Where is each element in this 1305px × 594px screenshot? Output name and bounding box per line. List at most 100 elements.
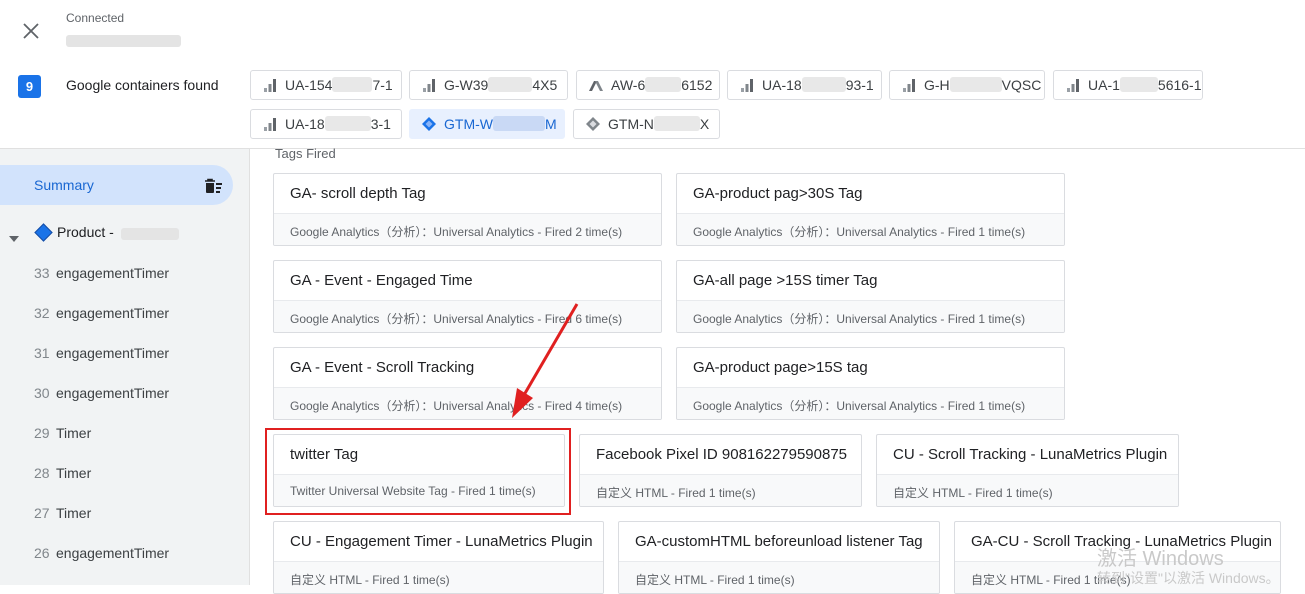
redacted (1119, 77, 1158, 92)
sidebar-event-item[interactable]: 32 engagementTimer (0, 297, 249, 329)
tag-card-twitter[interactable]: twitter Tag Twitter Universal Website Ta… (273, 434, 565, 507)
event-name: Timer (56, 465, 92, 481)
event-number: 28 (34, 465, 50, 481)
event-name: engagementTimer (56, 345, 170, 361)
chip-id-suffix: M (544, 116, 557, 132)
tag-detail: Google Analytics（分析）：Universal Analytics… (274, 213, 661, 245)
event-number: 27 (34, 505, 50, 521)
summary-label: Summary (34, 177, 94, 193)
sidebar-event-item[interactable]: 27 Timer (0, 497, 249, 529)
chip-id-prefix: G-H (924, 77, 950, 93)
container-chip[interactable]: UA-18 3-1 (250, 109, 402, 139)
event-number: 33 (34, 265, 50, 281)
tag-detail: 自定义 HTML - Fired 1 time(s) (580, 474, 861, 506)
chip-id-suffix: 6152 (681, 77, 713, 93)
sidebar-item-summary[interactable]: Summary (0, 165, 233, 205)
tag-title: CU - Engagement Timer - LunaMetrics Plug… (290, 533, 593, 550)
sidebar-event-item[interactable]: 31 engagementTimer (0, 337, 249, 369)
event-name: Timer (56, 425, 92, 441)
containers-found-label: Google containers found (66, 77, 219, 93)
container-chip[interactable]: UA-154 7-1 (250, 70, 402, 100)
event-name: Timer (56, 505, 92, 521)
redacted (653, 116, 700, 131)
redacted (324, 116, 371, 131)
container-chip-selected[interactable]: GTM-W M (409, 109, 565, 139)
redacted (645, 77, 682, 92)
caret-down-icon[interactable] (9, 229, 19, 247)
tag-card[interactable]: GA - Event - Scroll Tracking Google Anal… (273, 347, 662, 420)
tag-title: GA-customHTML beforeunload listener Tag (635, 533, 923, 550)
container-chip[interactable]: UA-1 5616-1 (1053, 70, 1203, 100)
chip-id-prefix: AW-6 (611, 77, 646, 93)
tag-detail: Twitter Universal Website Tag - Fired 1 … (274, 474, 564, 506)
container-chip[interactable]: AW-6 6152 (576, 70, 720, 100)
chip-id-prefix: UA-154 (285, 77, 333, 93)
tag-detail: Google Analytics（分析）：Universal Analytics… (274, 300, 661, 332)
tag-detail: 自定义 HTML - Fired 1 time(s) (274, 561, 603, 593)
sidebar-event-item[interactable]: 30 engagementTimer (0, 377, 249, 409)
event-number: 32 (34, 305, 50, 321)
sidebar-event-item[interactable]: 29 Timer (0, 417, 249, 449)
tag-card[interactable]: GA - Event - Engaged Time Google Analyti… (273, 260, 662, 333)
event-name: engagementTimer (56, 545, 170, 561)
connection-status: Connected (66, 11, 125, 25)
clear-messages-button[interactable] (202, 175, 224, 197)
event-name: engagementTimer (56, 265, 170, 281)
tag-detail: Google Analytics（分析）：Universal Analytics… (677, 213, 1064, 245)
close-button[interactable] (20, 20, 42, 42)
chip-id-suffix: VQSC (1001, 77, 1042, 93)
tag-card[interactable]: CU - Engagement Timer - LunaMetrics Plug… (273, 521, 604, 594)
activation-watermark: 激活 Windows (1097, 548, 1224, 570)
sidebar-item-page[interactable]: Product - (0, 221, 249, 245)
chip-id-suffix: 4X5 (532, 77, 558, 93)
sidebar-event-item[interactable]: 28 Timer (0, 457, 249, 489)
section-title: Tags Fired (275, 146, 336, 161)
gtm-diamond-icon (584, 115, 602, 133)
tag-card[interactable]: GA-product page>15S tag Google Analytics… (676, 347, 1065, 420)
redacted (801, 77, 846, 92)
connected-domain-redacted (66, 35, 181, 47)
redacted (492, 116, 545, 131)
chip-id-prefix: UA-18 (285, 116, 325, 132)
activation-watermark-sub: 转到"设置"以激活 Windows。 (1097, 570, 1280, 586)
google-ads-icon (587, 76, 605, 94)
chip-id-suffix: 93-1 (845, 77, 874, 93)
close-icon (23, 23, 39, 39)
tag-card[interactable]: GA- scroll depth Tag Google Analytics（分析… (273, 173, 662, 246)
chip-id-suffix: 5616-1 (1157, 77, 1202, 93)
tag-card[interactable]: Facebook Pixel ID 908162279590875 自定义 HT… (579, 434, 862, 507)
sidebar: Summary Product - 33 engagementTimer 32 … (0, 149, 250, 585)
tag-detail: Google Analytics（分析）：Universal Analytics… (677, 300, 1064, 332)
analytics-bars-icon (261, 115, 279, 133)
tag-title: GA-all page >15S timer Tag (693, 272, 878, 289)
tag-card[interactable]: CU - Scroll Tracking - LunaMetrics Plugi… (876, 434, 1179, 507)
tag-detail: 自定义 HTML - Fired 1 time(s) (877, 474, 1178, 506)
tag-title: Facebook Pixel ID 908162279590875 (596, 446, 848, 463)
redacted (121, 228, 179, 240)
redacted (332, 77, 373, 92)
tag-card[interactable]: GA-customHTML beforeunload listener Tag … (618, 521, 940, 594)
chip-id-prefix: GTM-W (444, 116, 493, 132)
gtm-diamond-icon (34, 223, 53, 242)
chip-id-suffix: X (699, 116, 710, 132)
sidebar-event-item[interactable]: 26 engagementTimer (0, 537, 249, 569)
container-chip[interactable]: GTM-N X (573, 109, 720, 139)
chip-id-suffix: 3-1 (370, 116, 391, 132)
chip-id-prefix: UA-1 (1088, 77, 1120, 93)
tag-card[interactable]: GA-product pag>30S Tag Google Analytics（… (676, 173, 1065, 246)
container-chip[interactable]: G-W39 4X5 (409, 70, 568, 100)
container-chip[interactable]: G-H VQSC (889, 70, 1045, 100)
chip-id-prefix: UA-18 (762, 77, 802, 93)
gtm-diamond-icon (420, 115, 438, 133)
container-chip[interactable]: UA-18 93-1 (727, 70, 882, 100)
tag-title: GA-product page>15S tag (693, 359, 868, 376)
page-label: Product - (57, 224, 114, 240)
event-number: 26 (34, 545, 50, 561)
analytics-bars-icon (738, 76, 756, 94)
container-count-badge: 9 (18, 75, 41, 98)
containers-bar: 9 Google containers found UA-154 7-1 G-W3… (0, 64, 1305, 149)
tag-title: twitter Tag (290, 446, 359, 463)
tag-card[interactable]: GA-all page >15S timer Tag Google Analyt… (676, 260, 1065, 333)
tag-title: GA - Event - Engaged Time (290, 272, 473, 289)
sidebar-event-item[interactable]: 33 engagementTimer (0, 257, 249, 289)
